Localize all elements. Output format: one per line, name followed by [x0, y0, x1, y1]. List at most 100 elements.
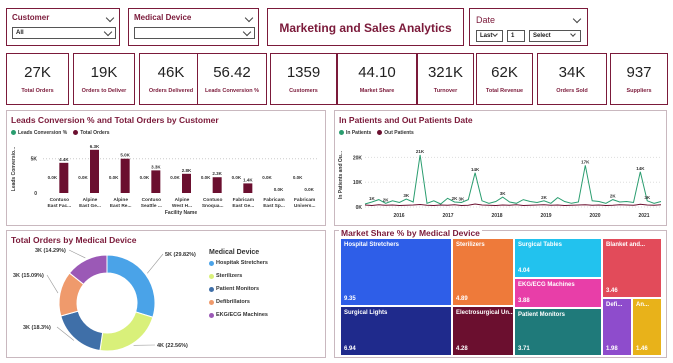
- legend-label: Hospitak Stretchers: [216, 260, 268, 266]
- legend-item[interactable]: EKG/ECG Machines: [209, 312, 321, 318]
- tile-label: An...: [636, 302, 649, 308]
- in-patients-line[interactable]: [364, 154, 662, 205]
- kpi-value: 321K: [427, 64, 464, 81]
- leads-bar-chart: Leads Conversio...05K 4.4K0.0KContusoEast…: [11, 144, 319, 216]
- line-data-label: 0.0K: [201, 175, 211, 180]
- kpi-label: Total Revenue: [485, 88, 524, 94]
- x-tick-label: Snoqua...: [202, 203, 224, 209]
- legend-item[interactable]: Patient Monitors: [209, 286, 321, 292]
- bar-total-orders[interactable]: [151, 170, 161, 193]
- tile-value: 3.46: [606, 288, 618, 294]
- out-patients-line[interactable]: [364, 203, 662, 207]
- tile-value: 4.04: [518, 268, 530, 274]
- y-tick-label: 5K: [31, 157, 38, 163]
- bar-total-orders[interactable]: [90, 149, 99, 193]
- bar-data-label: 6.3K: [90, 144, 100, 149]
- legend-dot: [209, 312, 214, 318]
- bar-data-label: 0.0K: [304, 187, 314, 192]
- customer-filter: Customer All: [6, 8, 120, 46]
- bar-total-orders[interactable]: [120, 158, 130, 193]
- patients-panel: In Patients and Out Patients Date In Pat…: [334, 110, 667, 226]
- x-tick-label: Alpine: [83, 197, 98, 203]
- kpi-label: Total Orders: [21, 88, 54, 94]
- x-tick-label: East Fac...: [47, 203, 71, 209]
- bar-data-label: 2.8K: [182, 168, 192, 173]
- leader-line: [46, 274, 59, 294]
- tile-label: EKG/ECG Machines: [518, 282, 575, 288]
- tile-label: Electrosurgical Un...: [456, 310, 513, 316]
- x-tick-label: 2017: [442, 213, 453, 219]
- date-count-value: 1: [511, 33, 515, 39]
- tile-label: Hospital Stretchers: [344, 242, 400, 248]
- customer-filter-label: Customer: [12, 13, 50, 22]
- treemap-tile[interactable]: Electrosurgical Un... 4.28: [453, 307, 513, 355]
- slice-data-label: 3K (15.09%): [13, 273, 44, 279]
- legend-item[interactable]: Hospitak Stretchers: [209, 260, 321, 266]
- kpi-value: 62K: [491, 64, 518, 81]
- medical-device-filter-label: Medical Device: [134, 13, 192, 22]
- tile-label: Blanket and...: [606, 242, 646, 248]
- date-filter-label: Date: [476, 15, 496, 25]
- x-tick-label: Contuso: [203, 197, 223, 203]
- tile-label: Surgical Tables: [518, 242, 562, 248]
- date-mode-select[interactable]: Last: [476, 30, 503, 42]
- slice-data-label: 5K (29.82%): [165, 252, 196, 258]
- x-tick-label: Fabricam: [233, 197, 254, 203]
- y-axis-label: Leads Conversio...: [11, 146, 17, 191]
- kpi-label: Leads Conversion %: [204, 88, 260, 94]
- treemap-tile[interactable]: Surgical Lights 6.94: [341, 307, 451, 355]
- x-tick-label: 2020: [589, 213, 600, 219]
- kpi-label: Turnover: [433, 88, 458, 94]
- bar-data-label: 3.3K: [151, 164, 161, 169]
- treemap-tile[interactable]: EKG/ECG Machines 3.88: [515, 279, 601, 307]
- line-data-label: 14K: [471, 167, 480, 172]
- bar-total-orders[interactable]: [243, 183, 253, 193]
- legend-dot: [209, 286, 214, 292]
- kpi-card: 27K Total Orders: [6, 53, 69, 105]
- legend-label: Defibrillators: [216, 299, 250, 305]
- legend-title: Medical Device: [209, 249, 260, 256]
- line-data-label: 2K: [610, 194, 617, 199]
- legend-item[interactable]: Defibrillators: [209, 299, 321, 305]
- tile-value: 6.94: [344, 346, 356, 352]
- treemap-tile[interactable]: Blanket and... 3.46: [603, 239, 661, 297]
- legend-item: Total Orders: [73, 130, 110, 136]
- date-count-input[interactable]: 1: [507, 30, 525, 42]
- legend-label: Out Patients: [384, 130, 414, 136]
- tile-value: 3.88: [518, 298, 530, 304]
- bar-total-orders[interactable]: [212, 177, 222, 193]
- treemap-tile[interactable]: Hospital Stretchers 9.35: [341, 239, 451, 305]
- treemap-tile[interactable]: Defi... 1.98: [603, 299, 631, 355]
- line-data-label: 17K: [581, 159, 590, 164]
- customer-select[interactable]: All: [12, 27, 116, 39]
- slice-data-label: 3K (18.3%): [23, 325, 51, 331]
- line-data-label: 3K: [403, 193, 410, 198]
- x-tick-label: Fabricam: [263, 197, 284, 203]
- kpi-label: Market Share: [359, 88, 395, 94]
- treemap-tile[interactable]: Surgical Tables 4.04: [515, 239, 601, 277]
- treemap-tile[interactable]: Patient Monitors 3.71: [515, 309, 601, 355]
- kpi-label: Orders to Deliver: [81, 88, 127, 94]
- chevron-down-icon[interactable]: [105, 13, 115, 23]
- bar-total-orders[interactable]: [182, 173, 191, 193]
- treemap-tile[interactable]: An... 1.46: [633, 299, 661, 355]
- tile-value: 9.35: [344, 296, 356, 302]
- donut-slice[interactable]: [106, 254, 156, 318]
- line-data-label: 0.0K: [78, 175, 88, 180]
- x-tick-label: 2021: [638, 213, 649, 219]
- chevron-down-icon[interactable]: [244, 13, 254, 23]
- y-tick-label: 20K: [353, 155, 363, 161]
- x-axis-label: Facility Name: [165, 210, 197, 216]
- bar-total-orders[interactable]: [59, 162, 69, 193]
- chevron-down-icon[interactable]: [572, 14, 582, 24]
- x-tick-label: 2016: [393, 213, 404, 219]
- legend-dot: [73, 130, 79, 136]
- legend-label: EKG/ECG Machines: [216, 312, 268, 318]
- legend-dot: [209, 299, 214, 305]
- dashboard-title: Marketing and Sales Analytics: [279, 21, 452, 35]
- treemap-tile[interactable]: Sterilizers 4.89: [453, 239, 513, 305]
- legend-item[interactable]: Sterilizers: [209, 273, 321, 279]
- tile-value: 4.89: [456, 296, 468, 302]
- medical-device-select[interactable]: [134, 27, 255, 39]
- donut-slice[interactable]: [60, 310, 104, 352]
